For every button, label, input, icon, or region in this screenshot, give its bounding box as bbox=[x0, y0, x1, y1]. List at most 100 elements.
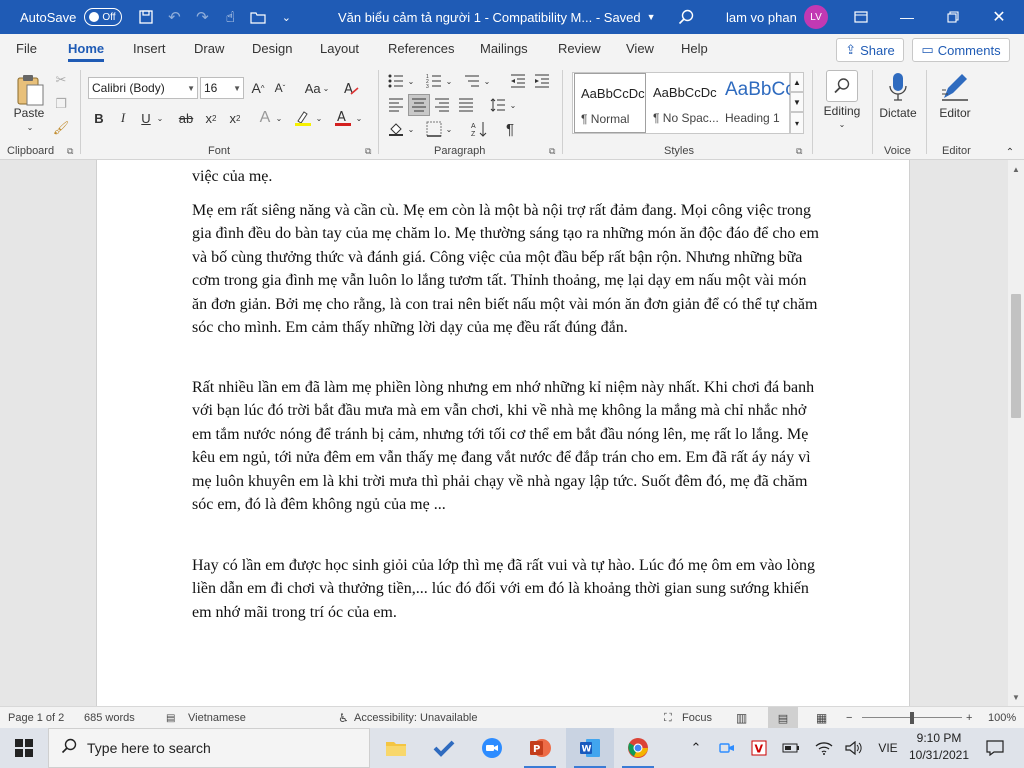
strikethrough-icon[interactable]: ab bbox=[176, 107, 196, 129]
customize-toolbar-icon[interactable]: ⌄ bbox=[272, 0, 300, 34]
font-name-combo[interactable]: Calibri (Body) ▼ bbox=[88, 77, 198, 99]
collapse-ribbon-icon[interactable]: ⌃ bbox=[1002, 146, 1018, 158]
dialog-launcher-icon[interactable]: ⧉ bbox=[796, 146, 802, 157]
editor-pen-icon[interactable] bbox=[938, 70, 972, 104]
zoom-tray-icon[interactable] bbox=[716, 728, 738, 768]
tab-design[interactable]: Design bbox=[252, 34, 292, 64]
chevron-up-icon[interactable]: ▲ bbox=[790, 72, 804, 92]
focus-button[interactable]: Focus bbox=[682, 707, 712, 729]
chevron-down-icon[interactable]: ⌄ bbox=[406, 118, 416, 140]
redo-icon[interactable]: ↷ bbox=[188, 0, 216, 34]
tab-home[interactable]: Home bbox=[68, 34, 105, 64]
chevron-down-icon[interactable]: ⌄ bbox=[834, 118, 850, 130]
line-spacing-icon[interactable] bbox=[488, 94, 508, 116]
font-size-combo[interactable]: 16 ▼ bbox=[200, 77, 244, 99]
accessibility-status[interactable]: Accessibility: Unavailable bbox=[354, 707, 478, 729]
microphone-icon[interactable] bbox=[884, 70, 912, 104]
document-paragraph[interactable]: việc của mẹ. bbox=[192, 165, 822, 188]
taskbar-clock[interactable]: 9:10 PM 10/31/2021 bbox=[904, 730, 974, 764]
document-paragraph[interactable]: Hay có lần em được học sinh giỏi của lớp… bbox=[192, 554, 822, 624]
scroll-down-icon[interactable]: ▼ bbox=[1008, 690, 1024, 704]
subscript-icon[interactable]: x2 bbox=[202, 107, 220, 129]
style-no-spacing[interactable]: AaBbCcDc ¶ No Spac... bbox=[647, 73, 719, 133]
close-icon[interactable]: ✕ bbox=[976, 0, 1022, 34]
align-right-icon[interactable] bbox=[432, 94, 452, 116]
chevron-down-icon[interactable]: ⌄ bbox=[482, 70, 492, 92]
dialog-launcher-icon[interactable]: ⧉ bbox=[67, 146, 73, 157]
input-language[interactable]: VIE bbox=[872, 728, 904, 768]
scrollbar-thumb[interactable] bbox=[1011, 294, 1021, 418]
chevron-down-icon[interactable]: ⌄ bbox=[22, 122, 38, 132]
todo-icon[interactable] bbox=[420, 728, 468, 768]
editing-search-icon[interactable] bbox=[826, 70, 858, 102]
tab-view[interactable]: View bbox=[626, 34, 654, 64]
document-paragraph[interactable]: Rất nhiều lần em đã làm mẹ phiền lòng nh… bbox=[192, 376, 822, 516]
multilevel-list-icon[interactable] bbox=[462, 70, 482, 92]
format-painter-icon[interactable]: 🖌 bbox=[52, 118, 70, 138]
language-status[interactable]: Vietnamese bbox=[188, 707, 246, 729]
bold-icon[interactable]: B bbox=[90, 107, 108, 129]
web-layout-icon[interactable]: ▦ bbox=[816, 707, 827, 729]
powerpoint-icon[interactable]: P bbox=[516, 728, 564, 768]
cut-icon[interactable]: ✂ bbox=[52, 70, 70, 90]
dialog-launcher-icon[interactable]: ⧉ bbox=[549, 146, 555, 157]
search-icon[interactable] bbox=[672, 0, 700, 34]
zoom-in-icon[interactable]: + bbox=[966, 707, 972, 729]
print-layout-icon[interactable]: ▤ bbox=[768, 707, 798, 729]
text-effects-icon[interactable]: A bbox=[256, 107, 274, 129]
shading-icon[interactable] bbox=[386, 118, 406, 140]
wifi-icon[interactable] bbox=[812, 728, 836, 768]
comments-button[interactable]: ▭ Comments bbox=[912, 38, 1010, 62]
gallery-more-icon[interactable]: ▾ bbox=[790, 112, 804, 134]
grow-font-icon[interactable]: A ^ bbox=[248, 77, 268, 99]
change-case-button[interactable]: Aa ⌄ bbox=[300, 77, 334, 99]
autosave-toggle[interactable]: Off bbox=[84, 8, 123, 26]
underline-icon[interactable]: U bbox=[137, 107, 155, 129]
tab-help[interactable]: Help bbox=[681, 34, 708, 64]
chevron-down-icon[interactable]: ▼ bbox=[790, 92, 804, 112]
italic-icon[interactable]: I bbox=[114, 107, 132, 129]
pilcrow-icon[interactable]: ¶ bbox=[500, 118, 520, 140]
align-center-icon[interactable] bbox=[408, 94, 430, 116]
decrease-indent-icon[interactable] bbox=[508, 70, 528, 92]
scroll-up-icon[interactable]: ▲ bbox=[1008, 162, 1024, 176]
notification-icon[interactable] bbox=[980, 728, 1010, 768]
chevron-down-icon[interactable]: ⌄ bbox=[444, 70, 454, 92]
share-button[interactable]: ⇪ Share bbox=[836, 38, 904, 62]
word-icon[interactable]: W bbox=[566, 728, 614, 768]
proofing-icon[interactable]: ▤ bbox=[166, 707, 175, 729]
undo-icon[interactable]: ↶ bbox=[160, 0, 188, 34]
document-page[interactable]: việc của mẹ. Mẹ em rất siêng năng và cần… bbox=[96, 160, 910, 706]
zoom-app-icon[interactable] bbox=[468, 728, 516, 768]
chevron-down-icon[interactable]: ⌄ bbox=[155, 107, 165, 129]
sort-icon[interactable]: AZ bbox=[468, 118, 492, 140]
increase-indent-icon[interactable] bbox=[532, 70, 552, 92]
save-icon[interactable] bbox=[132, 0, 160, 34]
page-count[interactable]: Page 1 of 2 bbox=[8, 707, 64, 729]
tab-draw[interactable]: Draw bbox=[194, 34, 224, 64]
ribbon-display-icon[interactable] bbox=[838, 0, 884, 34]
chevron-down-icon[interactable]: ⌄ bbox=[508, 94, 518, 116]
open-folder-icon[interactable] bbox=[244, 0, 272, 34]
zoom-level[interactable]: 100% bbox=[988, 707, 1016, 729]
volume-icon[interactable] bbox=[842, 728, 866, 768]
align-left-icon[interactable] bbox=[386, 94, 406, 116]
user-name[interactable]: lam vo phan bbox=[726, 0, 797, 34]
borders-icon[interactable] bbox=[424, 118, 444, 140]
dialog-launcher-icon[interactable]: ⧉ bbox=[365, 146, 371, 157]
editor-button[interactable]: Editor bbox=[932, 104, 978, 122]
chrome-icon[interactable] bbox=[614, 728, 662, 768]
tab-layout[interactable]: Layout bbox=[320, 34, 359, 64]
document-paragraph[interactable]: Mẹ em rất siêng năng và cần cù. Mẹ em cò… bbox=[192, 199, 822, 339]
justify-icon[interactable] bbox=[456, 94, 476, 116]
style-normal[interactable]: AaBbCcDc ¶ Normal bbox=[574, 73, 646, 133]
zoom-slider-thumb[interactable] bbox=[910, 712, 914, 724]
shrink-font-icon[interactable]: Aˇ bbox=[270, 77, 290, 99]
zoom-out-icon[interactable]: − bbox=[846, 707, 852, 729]
restore-icon[interactable] bbox=[930, 0, 976, 34]
dictate-button[interactable]: Dictate bbox=[874, 104, 922, 122]
antivirus-tray-icon[interactable]: V bbox=[748, 728, 770, 768]
style-heading-1[interactable]: AaBbCc Heading 1 bbox=[719, 73, 795, 133]
touch-mode-icon[interactable]: ☝ bbox=[216, 0, 244, 34]
windows-start-icon[interactable] bbox=[0, 728, 48, 768]
